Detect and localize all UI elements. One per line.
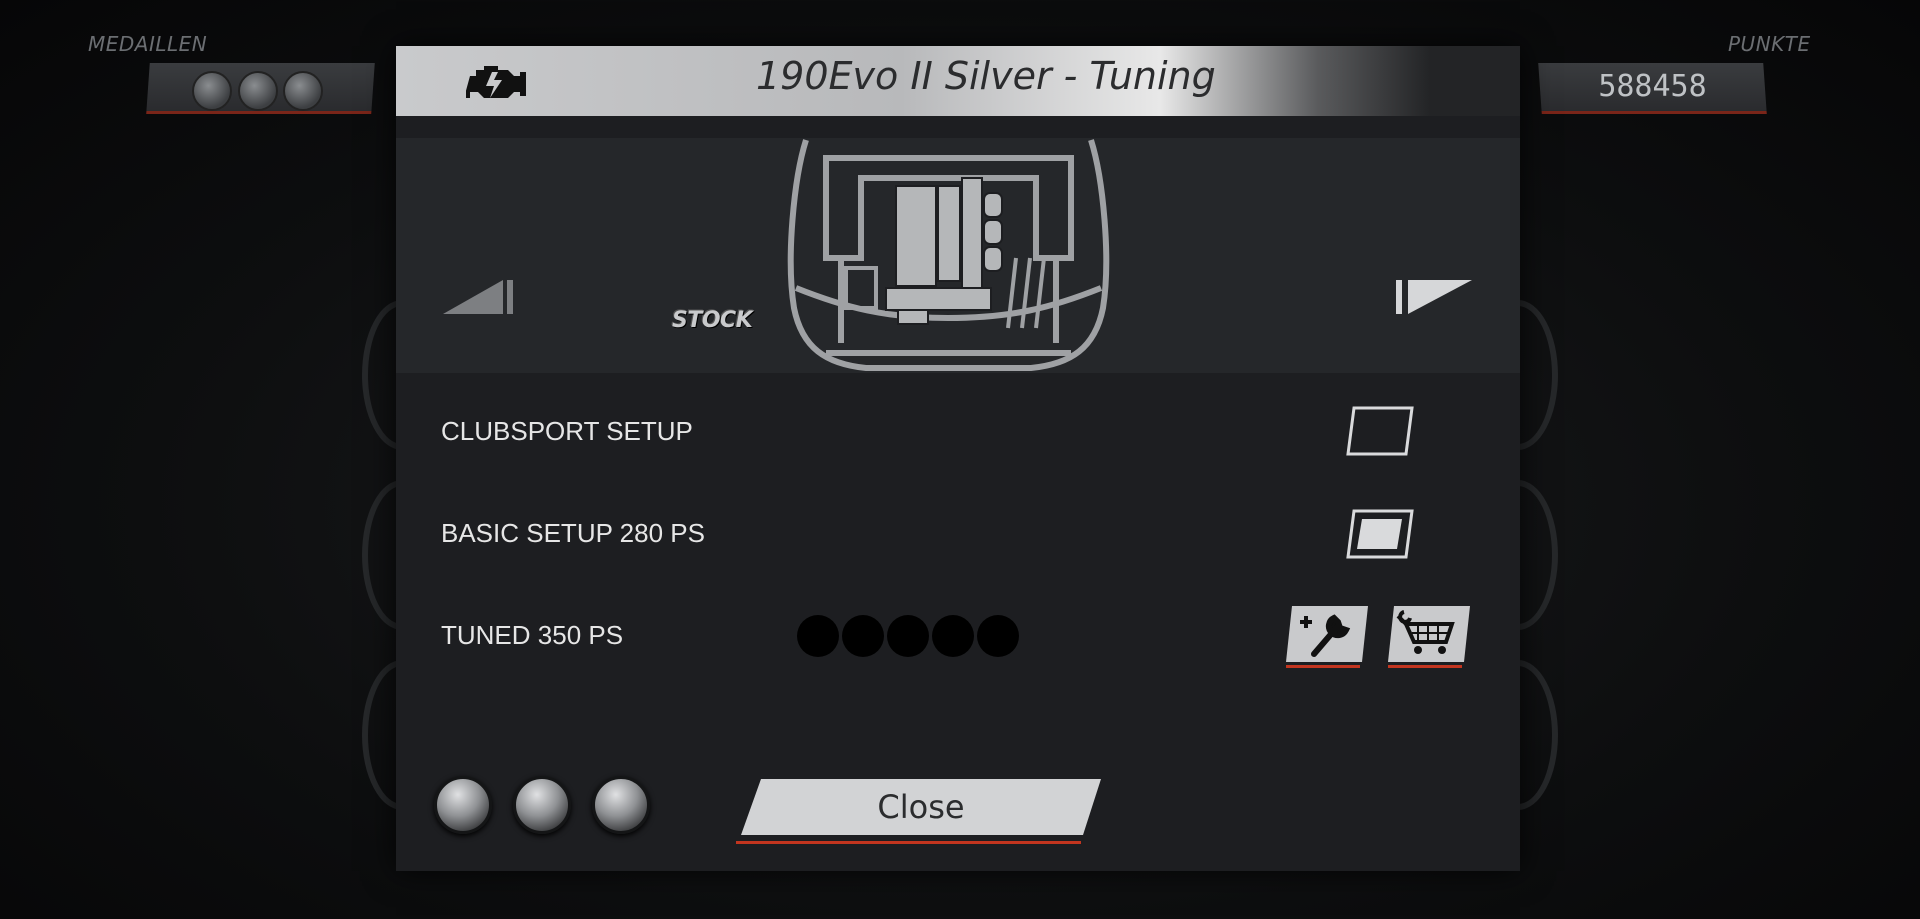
dialog-title: 190Evo II Silver - Tuning xyxy=(756,54,1216,98)
cart-wrench-icon xyxy=(1388,606,1470,662)
previous-arrow-icon[interactable] xyxy=(441,278,521,318)
title-bar: 190Evo II Silver - Tuning xyxy=(396,46,1520,116)
close-button-label: Close xyxy=(877,788,965,826)
wrench-token-icon xyxy=(434,776,492,834)
engine-bay-image xyxy=(787,139,1110,371)
points-label: PUNKTE xyxy=(1728,32,1811,56)
clubsport-checkbox[interactable] xyxy=(1346,405,1414,457)
medal-icon xyxy=(238,71,278,111)
upgrade-progress-dot xyxy=(842,615,884,657)
medals-label: MEDAILLEN xyxy=(88,32,208,56)
basic-setup-checkbox[interactable] xyxy=(1346,508,1414,560)
button-underline xyxy=(1388,665,1462,668)
stock-badge: STOCK xyxy=(672,308,753,333)
upgrade-progress-dot xyxy=(932,615,974,657)
wrench-plus-icon xyxy=(1286,606,1368,662)
option-clubsport-label: CLUBSPORT SETUP xyxy=(441,416,693,446)
medal-icon xyxy=(192,71,232,111)
tuning-dialog: 190Evo II Silver - Tuning STOCK CLUBSPOR… xyxy=(396,46,1520,871)
option-tuned-label: TUNED 350 PS xyxy=(441,620,624,650)
wrench-token-icon xyxy=(592,776,650,834)
buy-tuning-button[interactable] xyxy=(1388,604,1470,668)
install-tuning-button[interactable] xyxy=(1286,604,1368,668)
points-value: 588458 xyxy=(1598,69,1707,104)
option-basic-label: BASIC SETUP 280 PS xyxy=(441,518,705,548)
upgrade-progress-dot xyxy=(977,615,1019,657)
button-underline xyxy=(1286,665,1360,668)
wrench-token-icon xyxy=(513,776,571,834)
upgrade-progress-dot xyxy=(887,615,929,657)
upgrade-progress-dot xyxy=(797,615,839,657)
button-underline xyxy=(736,841,1081,844)
close-button[interactable]: Close xyxy=(736,779,1101,844)
engine-icon xyxy=(466,66,526,98)
medal-icon xyxy=(283,71,323,111)
next-arrow-icon[interactable] xyxy=(1394,278,1474,318)
